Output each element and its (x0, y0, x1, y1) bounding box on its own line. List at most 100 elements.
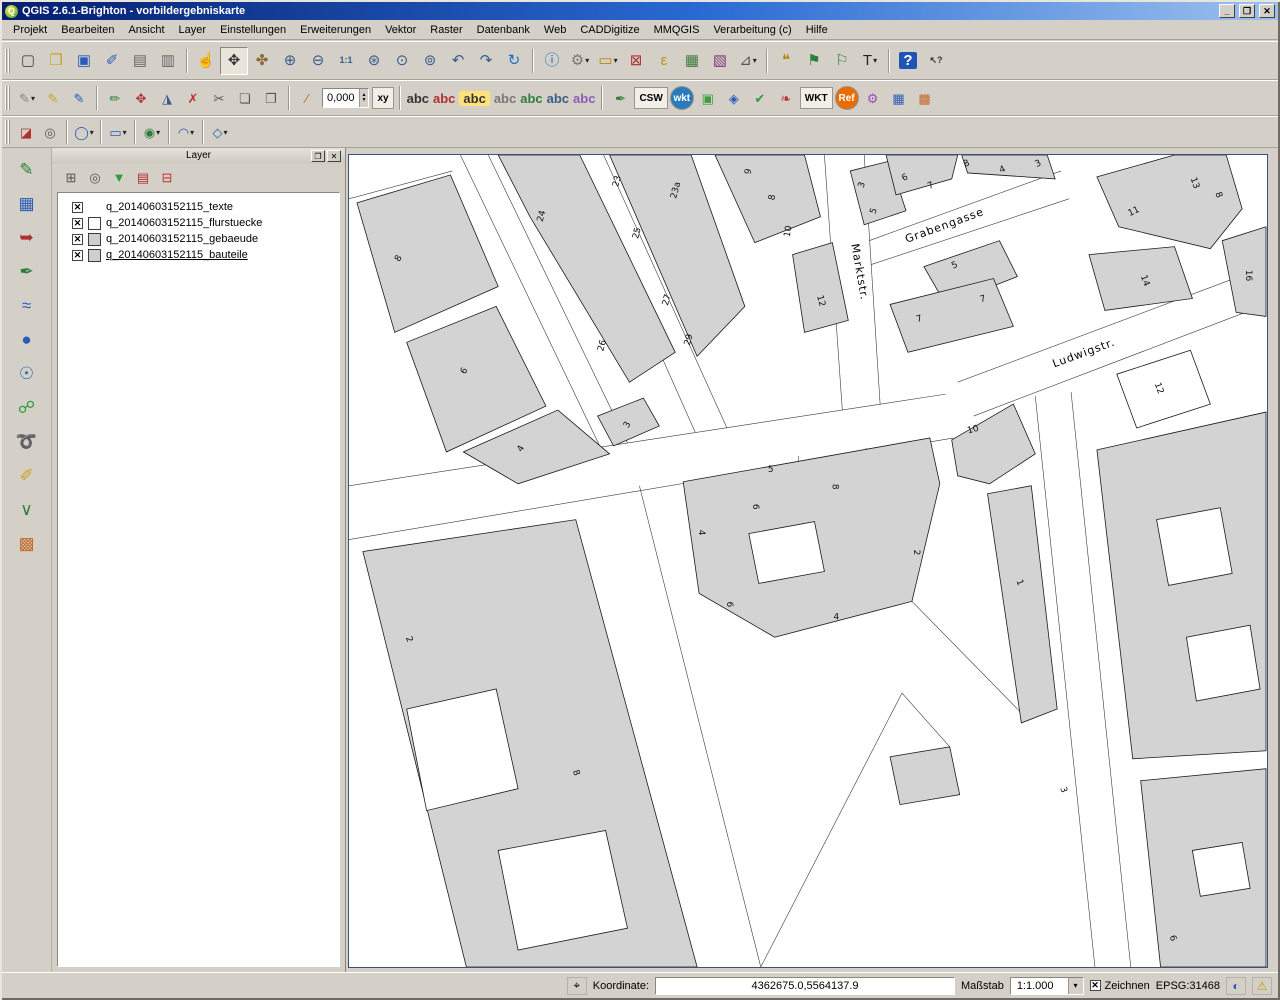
dropdown-arrow-icon[interactable]: ▾ (223, 128, 227, 137)
dropdown-arrow-icon[interactable]: ▾ (31, 94, 35, 103)
layer-checkbox[interactable]: ✕ (72, 234, 83, 245)
xy-coordinates-button[interactable]: xy (372, 87, 393, 109)
circle-tools-button[interactable]: ◯▾ (72, 120, 96, 144)
grid-tool-button[interactable]: ▦ (886, 85, 912, 111)
save-project-as-button[interactable]: ✐ (98, 47, 126, 75)
extent-icon[interactable]: ⌖ (567, 977, 587, 995)
move-feature-button[interactable]: ✥ (128, 85, 154, 111)
run-feature-action-button[interactable]: ⚙▾ (566, 47, 594, 75)
ellipse-button-tool-button[interactable]: ● (12, 324, 42, 354)
whats-this-button[interactable]: ↖? (922, 47, 950, 75)
save-project-button[interactable]: ▣ (70, 47, 98, 75)
identify-features-button[interactable]: ⓘ (538, 47, 566, 75)
open-attribute-table-button[interactable]: ▦ (678, 47, 706, 75)
menu-verarbeitung-c[interactable]: Verarbeitung (c) (706, 22, 798, 38)
toggle-editing-button[interactable]: ✎ (40, 85, 66, 111)
coordinate-input[interactable]: 4362675.0,5564137.9 (655, 977, 955, 995)
map-canvas[interactable]: 864324262323a252729981012356784357711138… (348, 154, 1268, 968)
menu-vektor[interactable]: Vektor (378, 22, 423, 38)
label-toggle-display-button[interactable]: abc (492, 85, 518, 111)
select-features-button[interactable]: ▭▾ (594, 47, 622, 75)
dropdown-arrow-icon[interactable]: ▾ (585, 56, 589, 65)
zoom-next-button[interactable]: ↷ (472, 47, 500, 75)
maximize-button[interactable]: ❐ (1239, 4, 1255, 18)
layer-item[interactable]: ✕ q_20140603152115_bauteile (60, 247, 337, 263)
layer-label[interactable]: q_20140603152115_flurstuecke (106, 217, 262, 229)
zoom-out-button[interactable]: ⊖ (304, 47, 332, 75)
minimize-button[interactable]: _ (1219, 4, 1235, 18)
map-tips-button[interactable]: ❝ (772, 47, 800, 75)
digitize-tool-button[interactable]: ✎ (12, 154, 42, 184)
add-feature-button[interactable]: ✏ (102, 85, 128, 111)
green-globe-tool-button[interactable]: ☍ (12, 392, 42, 422)
toolbar-grip[interactable] (5, 86, 10, 110)
layer-label[interactable]: q_20140603152115_gebaeude (106, 233, 258, 245)
show-bookmarks-button[interactable]: ⚐ (828, 47, 856, 75)
zoom-native-button[interactable]: 1:1 (332, 47, 360, 75)
delete-selected-button[interactable]: ✗ (180, 85, 206, 111)
cadtools-draw-button[interactable]: ✒ (607, 85, 633, 111)
paste-features-button[interactable]: ❐ (258, 85, 284, 111)
gps-tools-button[interactable]: ◈ (721, 85, 747, 111)
menu-ansicht[interactable]: Ansicht (121, 22, 171, 38)
render-checkbox[interactable]: ✕ Zeichnen (1090, 980, 1150, 992)
help-contents-button[interactable]: ? (894, 47, 922, 75)
layer-item[interactable]: ✕q_20140603152115_texte (60, 199, 337, 215)
dropdown-arrow-icon[interactable]: ▾ (614, 56, 618, 65)
menu-raster[interactable]: Raster (423, 22, 469, 38)
spatialite-manager-button[interactable]: ❧ (773, 85, 799, 111)
pixel-grid-tool-button[interactable]: ▦ (12, 188, 42, 218)
menu-datenbank[interactable]: Datenbank (470, 22, 537, 38)
menu-erweiterungen[interactable]: Erweiterungen (293, 22, 378, 38)
polygon-tools-button[interactable]: ◇▾ (208, 120, 232, 144)
sketch-tool-button[interactable]: ✐ (12, 460, 42, 490)
composer-manager-button[interactable]: ▥ (154, 47, 182, 75)
zoom-to-layer-button[interactable]: ⊚ (416, 47, 444, 75)
move-node-tool-button[interactable]: ➥ (12, 222, 42, 252)
rectangle-tools-button[interactable]: ▭▾ (106, 120, 130, 144)
layer-label[interactable]: q_20140603152115_bauteile (106, 249, 248, 261)
label-properties-button[interactable]: abc (571, 85, 597, 111)
menu-projekt[interactable]: Projekt (6, 22, 54, 38)
panel-close-button[interactable]: ✕ (327, 150, 341, 162)
zoom-full-button[interactable]: ⊛ (360, 47, 388, 75)
select-by-expression-button[interactable]: ε (650, 47, 678, 75)
reference-tool-button[interactable]: Ref (835, 86, 859, 110)
wkt-tool-button[interactable]: wkt (670, 86, 694, 110)
color-table-tool-button[interactable]: ▩ (12, 528, 42, 558)
dropdown-arrow-icon[interactable]: ▾ (190, 128, 194, 137)
scale-combo[interactable]: 1:1.000 ▾ (1010, 977, 1084, 995)
wkt-letters-button[interactable]: WKT (800, 87, 833, 109)
label-highlight-button[interactable]: abc (457, 85, 491, 111)
feather-draw-tool-button[interactable]: ✒ (12, 256, 42, 286)
save-layer-edits-button[interactable]: ✎ (66, 85, 92, 111)
export-kml-button[interactable]: ▣ (695, 85, 721, 111)
refresh-map-button[interactable]: ↻ (500, 47, 528, 75)
log-messages-icon[interactable]: ⚠ (1252, 977, 1272, 995)
dropdown-arrow-icon[interactable]: ▾ (156, 128, 160, 137)
toolbar-grip[interactable] (5, 120, 10, 144)
dropdown-arrow-icon[interactable]: ▾ (873, 56, 877, 65)
web-globe-tool-button[interactable]: ☉ (12, 358, 42, 388)
layer-checkbox[interactable]: ✕ (72, 202, 83, 213)
raster-grid-tool-button[interactable]: ▩ (912, 85, 938, 111)
field-calculator-button[interactable]: ▧ (706, 47, 734, 75)
new-project-button[interactable]: ▢ (14, 47, 42, 75)
csw-client-button[interactable]: CSW (634, 87, 667, 109)
offset-spinbox[interactable]: 0,000▲▼ (322, 88, 369, 108)
remove-layer-button[interactable]: ⊟ (156, 166, 178, 188)
add-group-button[interactable]: ⊞ (60, 166, 82, 188)
node-tool-button[interactable]: ◮ (154, 85, 180, 111)
dropdown-arrow-icon[interactable]: ▾ (753, 56, 757, 65)
crs-status-icon[interactable]: ◐ (1226, 977, 1246, 995)
expand-tree-button[interactable]: ▤ (132, 166, 154, 188)
zoom-last-button[interactable]: ↶ (444, 47, 472, 75)
pan-to-selection-button[interactable]: ✤ (248, 47, 276, 75)
check-geometry-button[interactable]: ✔ (747, 85, 773, 111)
zoom-to-selection-button[interactable]: ⊙ (388, 47, 416, 75)
current-edits-button[interactable]: ✎▾ (14, 85, 40, 111)
layer-checkbox[interactable]: ✕ (72, 250, 83, 261)
menu-mmqgis[interactable]: MMQGIS (647, 22, 707, 38)
label-pin-button[interactable]: abc (431, 85, 457, 111)
menu-bearbeiten[interactable]: Bearbeiten (54, 22, 121, 38)
